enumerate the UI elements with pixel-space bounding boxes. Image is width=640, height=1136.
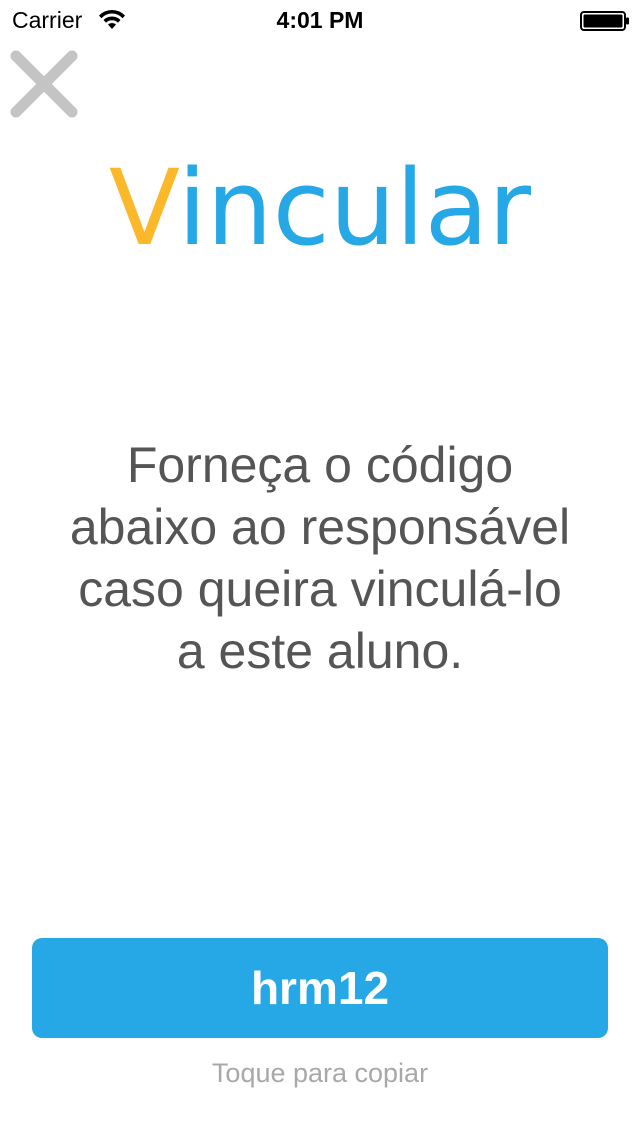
status-time: 4:01 PM bbox=[276, 7, 364, 33]
battery-full-icon bbox=[580, 11, 629, 31]
copy-code-button[interactable]: hrm12 bbox=[32, 938, 608, 1038]
instruction-text: Forneça o código abaixo ao responsável c… bbox=[69, 437, 571, 679]
code-value: hrm12 bbox=[250, 962, 390, 1014]
page-title: Vincular bbox=[0, 148, 640, 268]
copy-hint: Toque para copiar bbox=[211, 1058, 429, 1088]
title-rest: incular bbox=[177, 147, 532, 269]
title-first-letter: V bbox=[108, 147, 178, 269]
status-bar: Carrier 4:01 PM bbox=[0, 0, 640, 40]
close-icon[interactable] bbox=[8, 48, 80, 120]
